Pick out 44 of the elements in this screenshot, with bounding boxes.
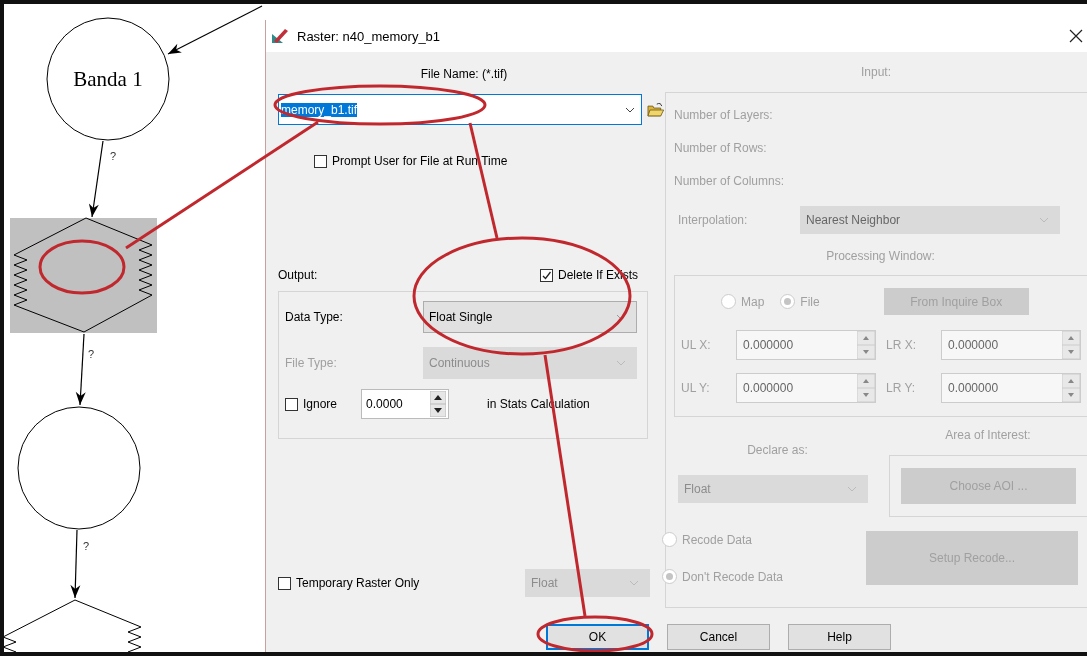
info-label: Number of Columns:: [674, 173, 785, 188]
circle-node[interactable]: [46, 17, 170, 141]
close-icon[interactable]: [1069, 29, 1083, 43]
checkmark-icon: [540, 269, 552, 281]
info-label: Number of Rows:: [674, 140, 767, 155]
app-icon: [271, 28, 289, 44]
chevron-icon: [1039, 217, 1049, 223]
folder-icon[interactable]: [647, 101, 665, 118]
spin-buttons[interactable]: [430, 391, 447, 417]
connector-arrow: [70, 529, 81, 599]
field-label: File Type:: [285, 356, 338, 370]
chevron-icon: [847, 486, 857, 492]
prompt-checkbox[interactable]: Prompt User for File at Run Time: [314, 154, 508, 168]
dialog-button[interactable]: Help: [788, 624, 891, 650]
ignore-value-field[interactable]: 0.0000: [361, 389, 450, 419]
declare-as-label: Declare as:: [746, 442, 809, 458]
function-node[interactable]: [4, 599, 142, 652]
chevron-icon: [625, 106, 636, 113]
window-title: Raster: n40_memory_b1: [297, 28, 442, 44]
ignore-checkbox[interactable]: Ignore: [285, 397, 338, 411]
dropdown[interactable]: Float Single: [423, 301, 637, 333]
connector-label: ?: [110, 150, 117, 162]
output-label: Output:: [278, 268, 318, 282]
coordinate-label: LR X:: [886, 338, 917, 352]
processing-window-label: Processing Window:: [825, 248, 936, 264]
chevron-icon: [629, 580, 639, 586]
coordinate-label: UL X:: [681, 338, 712, 352]
chevron-icon: [616, 360, 626, 366]
circle-node[interactable]: [17, 406, 141, 530]
file-name-label: File Name: (*.tif): [419, 66, 509, 82]
connector-label: ?: [88, 348, 95, 360]
dialog-button[interactable]: Cancel: [667, 624, 770, 650]
coordinate-label: UL Y:: [681, 381, 711, 395]
coordinate-label: LR Y:: [886, 381, 917, 395]
file-name-field[interactable]: memory_b1.tif: [278, 94, 643, 125]
function-node[interactable]: [13, 217, 153, 333]
node-label: Banda 1: [73, 67, 143, 91]
area-of-interest-label: Area of Interest:: [944, 427, 1032, 443]
info-label: Number of Layers:: [674, 107, 773, 122]
interpolation-label: Interpolation:: [677, 213, 749, 227]
dialog-button[interactable]: OK: [546, 624, 649, 650]
field-label: Data Type:: [285, 310, 344, 324]
input-label: Input:: [860, 64, 892, 80]
connector-label: ?: [83, 540, 90, 552]
